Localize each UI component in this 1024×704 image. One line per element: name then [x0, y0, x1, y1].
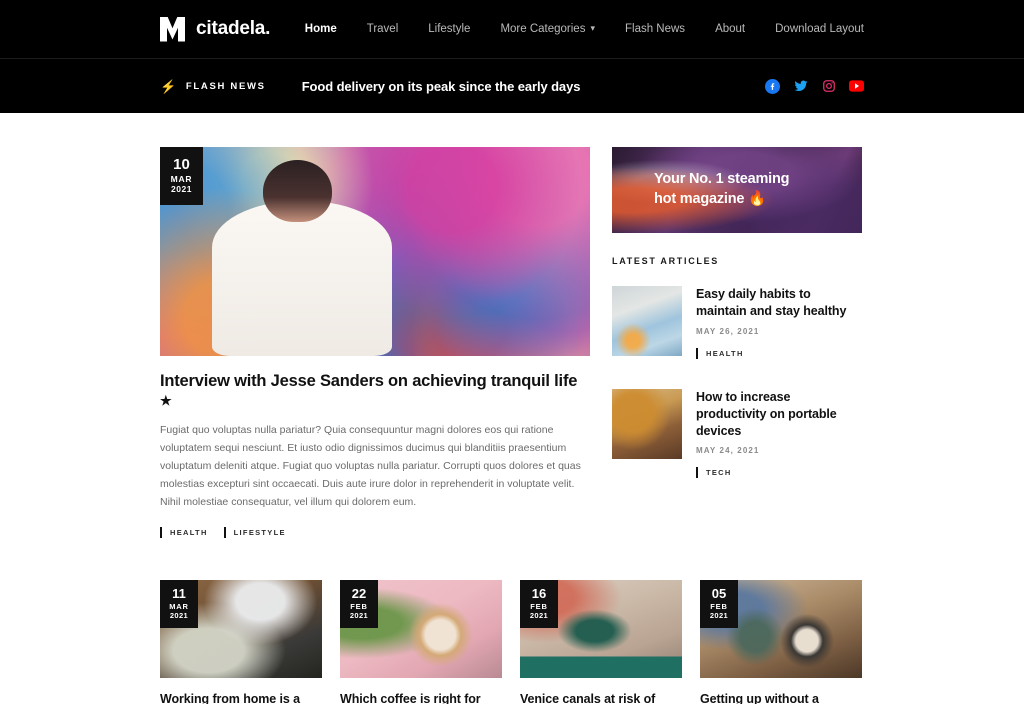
flash-news-bar: ⚡ FLASH NEWS Food delivery on its peak s…	[0, 59, 1024, 113]
tag-lifestyle[interactable]: LIFESTYLE	[223, 527, 302, 539]
flash-news-label-text: FLASH NEWS	[185, 80, 266, 92]
date-day: 05	[711, 586, 727, 602]
sidebar: Your No. 1 steaming hot magazine 🔥 LATES…	[612, 147, 862, 538]
sidebar-article-2-tags: TECH	[696, 467, 862, 479]
article-cards-row: 11 MAR 2021 Working from home is a new n…	[160, 580, 864, 704]
tag-health[interactable]: HEALTH	[160, 527, 224, 539]
date-day: 11	[172, 586, 186, 602]
date-year: 2021	[169, 610, 189, 620]
twitter-icon[interactable]	[793, 79, 808, 94]
m-logo-icon	[160, 16, 185, 42]
tag-label: LIFESTYLE	[233, 528, 286, 538]
article-card-4[interactable]: 05 FEB 2021 Getting up without a breakfa…	[700, 580, 862, 704]
article-card-3-title[interactable]: Venice canals at risk of getting dry due…	[520, 691, 682, 704]
chevron-down-icon: ▾	[590, 23, 595, 33]
featured-article-excerpt: Fugiat quo voluptas nulla pariatur? Quia…	[160, 424, 581, 509]
nav-item-about[interactable]: About	[700, 23, 760, 35]
featured-article-image[interactable]: 10 MAR 2021	[160, 147, 590, 356]
article-card-1-date-badge: 11 MAR 2021	[160, 580, 198, 629]
article-card-1-image[interactable]: 11 MAR 2021	[160, 580, 322, 679]
date-day: 16	[531, 586, 547, 602]
tag-bar-icon	[696, 347, 698, 359]
facebook-icon[interactable]	[765, 78, 780, 94]
article-card-3-date-badge: 16 FEB 2021	[520, 580, 558, 629]
laptop-hands-photo	[612, 388, 682, 459]
sidebar-article-1-title[interactable]: Easy daily habits to maintain and stay h…	[696, 286, 862, 320]
promo-banner-text: Your No. 1 steaming hot magazine 🔥	[612, 170, 790, 209]
sidebar-article-1[interactable]: Easy daily habits to maintain and stay h…	[612, 286, 862, 359]
tag-bar-icon	[160, 527, 162, 539]
nav-item-lifestyle[interactable]: Lifestyle	[413, 23, 485, 35]
instagram-icon[interactable]	[821, 79, 836, 94]
sidebar-article-1-tags: HEALTH	[696, 347, 862, 359]
article-card-3-image[interactable]: 16 FEB 2021	[520, 580, 682, 679]
article-card-4-image[interactable]: 05 FEB 2021	[700, 580, 862, 679]
tag-label: TECH	[706, 468, 732, 478]
date-year: 2021	[349, 610, 369, 620]
featured-date-badge: 10 MAR 2021	[160, 147, 203, 205]
nav-item-more-categories-label: More Categories	[500, 23, 586, 35]
nav-item-flash-news[interactable]: Flash News	[610, 23, 700, 35]
nav-item-travel[interactable]: Travel	[352, 23, 414, 35]
article-card-4-date-badge: 05 FEB 2021	[700, 580, 738, 629]
article-card-1[interactable]: 11 MAR 2021 Working from home is a new n…	[160, 580, 322, 704]
sidebar-article-2-title[interactable]: How to increase productivity on portable…	[696, 389, 862, 440]
site-header: citadela. Home Travel Lifestyle More Cat…	[0, 0, 1024, 113]
featured-article: 10 MAR 2021 Interview with Jesse Sanders…	[160, 147, 590, 539]
sidebar-article-1-date: MAY 26, 2021	[696, 326, 760, 336]
person-body-shape	[211, 201, 393, 356]
youtube-icon[interactable]	[849, 79, 864, 94]
brand-logo[interactable]: citadela.	[160, 16, 271, 42]
bed-breakfast-photo	[612, 286, 682, 356]
featured-article-tags: HEALTH LIFESTYLE	[160, 527, 590, 539]
flash-news-headline[interactable]: Food delivery on its peak since the earl…	[302, 79, 581, 94]
tag-health[interactable]: HEALTH	[696, 347, 760, 359]
article-card-3[interactable]: 16 FEB 2021 Venice canals at risk of get…	[520, 580, 682, 704]
sidebar-article-2-thumbnail[interactable]	[612, 388, 682, 459]
lightning-bolt-icon: ⚡	[160, 78, 178, 94]
article-card-2-date-badge: 22 FEB 2021	[340, 580, 378, 629]
sidebar-article-2-date: MAY 24, 2021	[696, 446, 760, 456]
flash-news-label: ⚡ FLASH NEWS	[160, 80, 266, 93]
article-card-4-title[interactable]: Getting up without a breakfast and other…	[700, 691, 862, 704]
promo-line-2: hot magazine 🔥	[654, 191, 766, 207]
tag-label: HEALTH	[170, 528, 208, 538]
nav-item-home[interactable]: Home	[290, 23, 352, 35]
tag-label: HEALTH	[706, 348, 744, 358]
page-content: 10 MAR 2021 Interview with Jesse Sanders…	[0, 113, 1024, 704]
tag-bar-icon	[223, 527, 226, 539]
article-card-2[interactable]: 22 FEB 2021 Which coffee is right for yo…	[340, 580, 502, 704]
nav-item-more-categories[interactable]: More Categories ▾	[485, 23, 610, 35]
article-card-2-image[interactable]: 22 FEB 2021	[340, 580, 502, 679]
social-links	[765, 78, 864, 94]
featured-article-title-text: Interview with Jesse Sanders on achievin…	[160, 372, 578, 390]
sidebar-article-2-body: How to increase productivity on portable…	[696, 389, 862, 479]
date-day: 10	[173, 156, 190, 173]
article-card-2-title[interactable]: Which coffee is right for you if you can…	[340, 691, 502, 704]
star-icon: ★	[160, 393, 172, 408]
promo-banner[interactable]: Your No. 1 steaming hot magazine 🔥	[612, 147, 862, 233]
primary-nav: Home Travel Lifestyle More Categories ▾ F…	[290, 23, 864, 35]
person-head-shape	[263, 159, 332, 223]
date-day: 22	[351, 586, 367, 602]
promo-line-1: Your No. 1 steaming	[654, 171, 790, 188]
article-card-1-title[interactable]: Working from home is a new norm, time to…	[160, 691, 322, 704]
tag-tech[interactable]: TECH	[696, 467, 748, 479]
latest-articles-heading: LATEST ARTICLES	[612, 256, 719, 266]
main-navbar: citadela. Home Travel Lifestyle More Cat…	[0, 0, 1024, 59]
sidebar-article-1-body: Easy daily habits to maintain and stay h…	[696, 286, 862, 359]
tag-bar-icon	[696, 467, 698, 479]
date-year: 2021	[529, 610, 549, 620]
brand-name: citadela.	[196, 18, 271, 39]
sidebar-article-1-thumbnail[interactable]	[612, 286, 682, 356]
top-section: 10 MAR 2021 Interview with Jesse Sanders…	[160, 147, 864, 539]
sidebar-article-2[interactable]: How to increase productivity on portable…	[612, 388, 862, 479]
nav-item-download-layout[interactable]: Download Layout	[760, 23, 864, 35]
date-year: 2021	[171, 184, 192, 195]
date-year: 2021	[709, 610, 729, 620]
featured-article-title[interactable]: Interview with Jesse Sanders on achievin…	[160, 372, 590, 410]
